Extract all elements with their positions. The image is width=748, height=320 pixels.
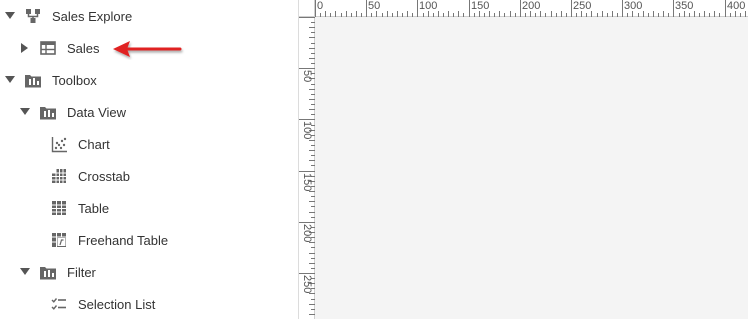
tree-item-label: Chart — [78, 136, 110, 152]
source-icon — [24, 7, 42, 25]
ruler-label: 350 — [675, 0, 694, 12]
scatter-chart-icon — [50, 135, 68, 153]
ruler-label: 100 — [419, 0, 438, 12]
vertical-ruler: 50 100 150 200 250 — [299, 17, 315, 319]
tree-item-toolbox[interactable]: Toolbox — [4, 64, 97, 96]
ruler-label: 250 — [573, 0, 592, 12]
crosstab-icon — [50, 167, 68, 185]
tree-item-chart[interactable]: Chart — [30, 128, 110, 160]
tree-item-label: Toolbox — [52, 72, 97, 88]
selection-list-icon — [50, 295, 68, 313]
tree-item-label: Selection List — [78, 296, 156, 312]
ruler-label: 300 — [624, 0, 643, 12]
ruler-label: 200 — [522, 0, 541, 12]
ruler-label: 50 — [301, 70, 313, 83]
folder-chart-icon — [39, 263, 57, 281]
red-arrow-icon — [113, 41, 182, 57]
tree-item-label: Freehand Table — [78, 232, 169, 248]
ruler-label: 50 — [368, 0, 381, 12]
tree-item-label: Data View — [67, 104, 127, 120]
ruler-label: 200 — [301, 224, 313, 243]
vertical-ruler-ticks — [299, 17, 315, 315]
tree-item-crosstab[interactable]: Crosstab — [30, 160, 130, 192]
tree-item-label: Crosstab — [78, 168, 131, 184]
table-grid-icon — [39, 39, 57, 57]
tree-item-table[interactable]: Table — [30, 192, 109, 224]
ruler-label: 150 — [301, 173, 313, 192]
tree-item-label: Table — [78, 200, 110, 216]
chevron-right-icon[interactable] — [19, 42, 31, 54]
ruler-corner — [299, 0, 315, 17]
ruler-label: 150 — [471, 0, 490, 12]
design-canvas[interactable] — [299, 0, 748, 319]
tree-item-filter[interactable]: Filter — [19, 256, 96, 288]
ruler-label: 400 — [727, 0, 746, 12]
folder-chart-icon — [24, 71, 42, 89]
tree-item-sales[interactable]: Sales — [19, 32, 100, 64]
tree-item-freehand-table[interactable]: Freehand Table — [30, 224, 168, 256]
ruler-label: 250 — [301, 275, 313, 294]
ruler-label: 0 — [317, 0, 324, 12]
tree-item-label: Sales Explore — [52, 8, 133, 24]
chevron-down-icon[interactable] — [19, 266, 31, 278]
table-icon — [50, 199, 68, 217]
freehand-table-icon — [50, 231, 68, 249]
tree-item-sales-explore[interactable]: Sales Explore — [4, 0, 132, 32]
chevron-down-icon[interactable] — [19, 106, 31, 118]
chevron-down-icon[interactable] — [4, 74, 16, 86]
tree-item-label: Filter — [67, 264, 96, 280]
chevron-down-icon[interactable] — [4, 10, 16, 22]
tree-item-label: Sales — [67, 40, 100, 56]
tree-item-data-view[interactable]: Data View — [19, 96, 126, 128]
horizontal-ruler: 0 50 100 150 200 250 300 350 400 — [315, 0, 748, 17]
ruler-label: 100 — [301, 121, 313, 140]
folder-chart-icon — [39, 103, 57, 121]
tree-item-selection-list[interactable]: Selection List — [30, 288, 155, 320]
